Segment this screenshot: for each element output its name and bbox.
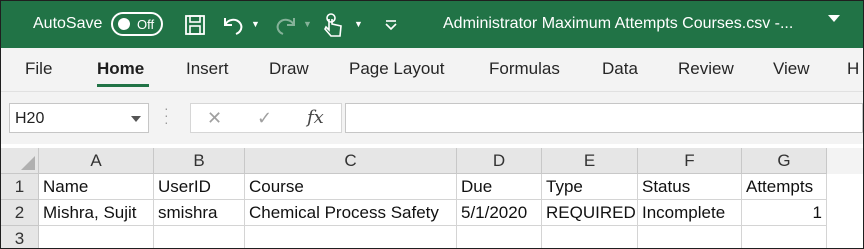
- row-header-3[interactable]: 3: [1, 226, 39, 248]
- cell-a3[interactable]: [39, 226, 154, 248]
- touch-mode-icon[interactable]: [319, 12, 347, 38]
- tab-draw[interactable]: Draw: [269, 59, 309, 79]
- tab-formulas[interactable]: Formulas: [489, 59, 560, 79]
- tab-page-layout[interactable]: Page Layout: [349, 59, 444, 79]
- cell-b2[interactable]: smishra: [154, 200, 245, 226]
- cell-g1[interactable]: Attempts: [742, 174, 827, 200]
- chevron-down-icon[interactable]: [131, 116, 141, 122]
- autosave-state: Off: [137, 17, 155, 32]
- cell-e1[interactable]: Type: [542, 174, 638, 200]
- tab-review[interactable]: Review: [678, 59, 734, 79]
- cell-e3[interactable]: [542, 226, 638, 248]
- tab-view[interactable]: View: [773, 59, 810, 79]
- column-header-g[interactable]: G: [742, 148, 827, 174]
- cell-f3[interactable]: [638, 226, 742, 248]
- tab-home[interactable]: Home: [97, 59, 144, 79]
- undo-dropdown-icon[interactable]: ▼: [251, 19, 260, 29]
- column-header-e[interactable]: E: [542, 148, 638, 174]
- tab-file[interactable]: File: [25, 59, 52, 79]
- cell-d1[interactable]: Due: [457, 174, 542, 200]
- cell-d3[interactable]: [457, 226, 542, 248]
- undo-icon[interactable]: [220, 12, 246, 38]
- cell-c3[interactable]: [245, 226, 457, 248]
- cancel-icon[interactable]: ✕: [207, 108, 222, 129]
- active-tab-indicator: [97, 84, 149, 87]
- name-box[interactable]: H20: [9, 103, 149, 133]
- formula-buttons: ✕ ✓ fx: [190, 103, 342, 133]
- cell-e2[interactable]: REQUIRED: [542, 200, 638, 226]
- cell-f1[interactable]: Status: [638, 174, 742, 200]
- grid-edge: [827, 148, 863, 174]
- save-icon[interactable]: [182, 12, 208, 38]
- column-header-c[interactable]: C: [245, 148, 457, 174]
- ribbon-tabs: File Home Insert Draw Page Layout Formul…: [1, 48, 863, 92]
- excel-window: AutoSave Off ▼ ▼ ▼ Administrator Maximum…: [0, 0, 864, 249]
- autosave-label: AutoSave: [33, 15, 103, 32]
- column-header-f[interactable]: F: [638, 148, 742, 174]
- worksheet-grid[interactable]: A B C D E F G 1 Name UserID Course Due T…: [1, 148, 863, 248]
- cell-f2[interactable]: Incomplete: [638, 200, 742, 226]
- ribbon-display-dropdown-icon[interactable]: [828, 15, 840, 22]
- select-all-button[interactable]: [1, 148, 39, 174]
- touch-dropdown-icon[interactable]: ▼: [354, 19, 363, 29]
- formula-input[interactable]: [345, 103, 863, 133]
- insert-function-icon[interactable]: fx: [307, 107, 324, 128]
- enter-icon[interactable]: ✓: [257, 108, 272, 129]
- row-header-1[interactable]: 1: [1, 174, 39, 200]
- cell-c2[interactable]: Chemical Process Safety: [245, 200, 457, 226]
- cell-d2[interactable]: 5/1/2020: [457, 200, 542, 226]
- formula-bar: H20 · · · ✕ ✓ fx: [1, 92, 863, 144]
- select-all-triangle-icon: [21, 156, 35, 170]
- name-box-value: H20: [15, 110, 45, 127]
- title-bar: AutoSave Off ▼ ▼ ▼ Administrator Maximum…: [1, 1, 863, 48]
- tab-insert[interactable]: Insert: [186, 59, 229, 79]
- cell-a1[interactable]: Name: [39, 174, 154, 200]
- cell-c1[interactable]: Course: [245, 174, 457, 200]
- redo-icon[interactable]: [273, 12, 299, 38]
- column-header-a[interactable]: A: [39, 148, 154, 174]
- tab-data[interactable]: Data: [602, 59, 638, 79]
- row-header-2[interactable]: 2: [1, 200, 39, 226]
- redo-dropdown-icon[interactable]: ▼: [303, 19, 312, 29]
- tab-overflow[interactable]: H: [847, 59, 859, 79]
- customize-qat-icon[interactable]: [381, 12, 401, 38]
- cell-g2[interactable]: 1: [742, 200, 827, 226]
- column-header-b[interactable]: B: [154, 148, 245, 174]
- cell-g3[interactable]: [742, 226, 827, 248]
- toggle-knob: [118, 18, 130, 30]
- document-title: Administrator Maximum Attempts Courses.c…: [443, 15, 794, 32]
- formula-bar-resize-handle[interactable]: · · ·: [164, 101, 169, 129]
- cell-b3[interactable]: [154, 226, 245, 248]
- cell-a2[interactable]: Mishra, Sujit: [39, 200, 154, 226]
- autosave-toggle[interactable]: Off: [111, 12, 163, 36]
- cell-b1[interactable]: UserID: [154, 174, 245, 200]
- column-header-d[interactable]: D: [457, 148, 542, 174]
